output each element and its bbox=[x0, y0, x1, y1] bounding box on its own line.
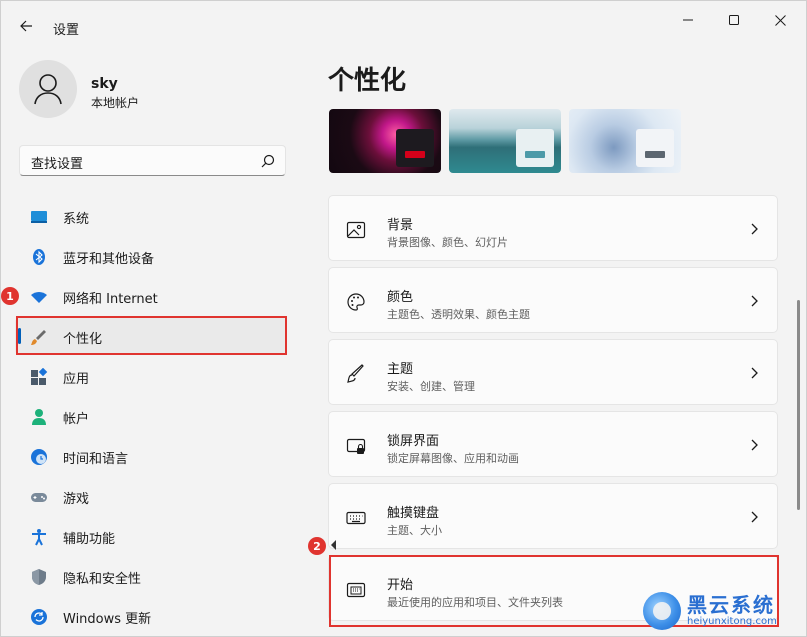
thumb-window-preview bbox=[516, 129, 554, 167]
thumb-accent-bar bbox=[645, 151, 665, 158]
minimize-icon bbox=[683, 19, 693, 21]
chevron-right-icon bbox=[751, 367, 758, 379]
sidebar-item-label: 帐户 bbox=[63, 412, 90, 427]
search-placeholder: 查找设置 bbox=[31, 157, 84, 172]
gamepad-icon bbox=[31, 493, 47, 502]
lock-screen-icon bbox=[346, 438, 366, 454]
card-background[interactable]: 背景 背景图像、颜色、幻灯片 bbox=[328, 195, 778, 261]
app-title: 设置 bbox=[53, 23, 80, 38]
card-title: 背景 bbox=[387, 218, 414, 233]
update-icon bbox=[31, 609, 47, 625]
back-button[interactable] bbox=[14, 14, 38, 38]
thumb-accent-bar bbox=[405, 151, 425, 158]
close-button[interactable] bbox=[757, 8, 803, 32]
sidebar-item-network[interactable]: 网络和 Internet bbox=[15, 278, 287, 314]
sidebar-item-label: Windows 更新 bbox=[63, 612, 152, 627]
accessibility-icon bbox=[32, 529, 46, 546]
globe-clock-icon bbox=[31, 449, 47, 465]
page-title: 个性化 bbox=[328, 66, 407, 96]
shield-icon bbox=[32, 569, 46, 585]
card-title: 触摸键盘 bbox=[387, 506, 440, 521]
person-icon bbox=[34, 74, 62, 105]
sidebar-item-label: 辅助功能 bbox=[63, 532, 116, 547]
step-badge-2: 2 bbox=[308, 537, 326, 555]
card-subtitle: 主题、大小 bbox=[387, 524, 442, 537]
person-icon bbox=[32, 409, 46, 425]
sidebar-item-gaming[interactable]: 游戏 bbox=[15, 478, 287, 514]
sidebar-item-label: 应用 bbox=[63, 372, 90, 387]
pointer-triangle bbox=[331, 540, 336, 550]
sidebar-item-apps[interactable]: 应用 bbox=[15, 358, 287, 394]
card-subtitle: 锁定屏幕图像、应用和动画 bbox=[387, 452, 519, 465]
chevron-right-icon bbox=[751, 223, 758, 235]
highlight-box-personalization bbox=[16, 316, 287, 355]
scrollbar-thumb[interactable] bbox=[797, 300, 800, 510]
sidebar-item-system[interactable]: 系统 bbox=[15, 198, 287, 234]
watermark: 黑云系统 heiyunxitong.com bbox=[643, 588, 803, 634]
step-badge-1: 1 bbox=[1, 287, 19, 305]
sidebar-item-label: 隐私和安全性 bbox=[63, 572, 142, 587]
palette-icon bbox=[347, 293, 365, 311]
card-title: 颜色 bbox=[387, 290, 414, 305]
sidebar-item-label: 蓝牙和其他设备 bbox=[63, 252, 155, 267]
watermark-logo-icon bbox=[643, 592, 681, 630]
sidebar-item-label: 时间和语言 bbox=[63, 452, 129, 467]
search-input[interactable]: 查找设置 bbox=[19, 145, 286, 176]
chevron-right-icon bbox=[751, 439, 758, 451]
theme-thumbnail-bloom[interactable] bbox=[329, 109, 441, 173]
search-icon bbox=[261, 154, 275, 168]
keyboard-icon bbox=[346, 511, 366, 525]
card-title: 主题 bbox=[387, 362, 414, 377]
thumb-accent-bar bbox=[525, 151, 545, 158]
sidebar-item-time-language[interactable]: 时间和语言 bbox=[15, 438, 287, 474]
arrow-left-icon bbox=[20, 20, 32, 32]
card-subtitle: 背景图像、颜色、幻灯片 bbox=[387, 236, 508, 249]
sidebar-item-label: 网络和 Internet bbox=[63, 292, 158, 307]
sidebar-item-accessibility[interactable]: 辅助功能 bbox=[15, 518, 287, 554]
chevron-right-icon bbox=[751, 511, 758, 523]
title-bar: 设置 bbox=[0, 0, 807, 40]
sidebar-item-label: 系统 bbox=[63, 212, 90, 227]
card-subtitle: 安装、创建、管理 bbox=[387, 380, 475, 393]
sidebar-item-accounts[interactable]: 帐户 bbox=[15, 398, 287, 434]
card-themes[interactable]: 主题 安装、创建、管理 bbox=[328, 339, 778, 405]
brush-icon bbox=[347, 364, 364, 383]
minimize-button[interactable] bbox=[665, 8, 711, 32]
sidebar-item-windows-update[interactable]: Windows 更新 bbox=[15, 598, 287, 634]
sidebar-item-bluetooth[interactable]: 蓝牙和其他设备 bbox=[15, 238, 287, 274]
watermark-name: 黑云系统 bbox=[687, 593, 775, 617]
card-lock-screen[interactable]: 锁屏界面 锁定屏幕图像、应用和动画 bbox=[328, 411, 778, 477]
chevron-right-icon bbox=[751, 295, 758, 307]
sidebar-item-label: 游戏 bbox=[63, 492, 90, 507]
watermark-url: heiyunxitong.com bbox=[687, 616, 777, 627]
apps-icon bbox=[31, 368, 48, 385]
thumb-window-preview bbox=[636, 129, 674, 167]
avatar[interactable] bbox=[19, 60, 77, 118]
bluetooth-icon bbox=[33, 249, 45, 265]
theme-thumbnail-lake[interactable] bbox=[449, 109, 561, 173]
wifi-icon bbox=[31, 292, 47, 303]
maximize-button[interactable] bbox=[711, 8, 757, 32]
image-icon bbox=[346, 221, 366, 239]
maximize-icon bbox=[729, 15, 739, 25]
card-touch-keyboard[interactable]: 触摸键盘 主题、大小 bbox=[328, 483, 778, 549]
card-title: 锁屏界面 bbox=[387, 434, 440, 449]
system-monitor-icon bbox=[31, 211, 47, 223]
thumb-window-preview bbox=[396, 129, 434, 167]
card-subtitle: 主题色、透明效果、颜色主题 bbox=[387, 308, 530, 321]
sidebar-item-privacy[interactable]: 隐私和安全性 bbox=[15, 558, 287, 594]
account-type: 本地帐户 bbox=[91, 96, 140, 110]
close-icon bbox=[774, 14, 786, 26]
user-name: sky bbox=[91, 76, 118, 92]
theme-thumbnail-glow[interactable] bbox=[569, 109, 681, 173]
card-colors[interactable]: 颜色 主题色、透明效果、颜色主题 bbox=[328, 267, 778, 333]
